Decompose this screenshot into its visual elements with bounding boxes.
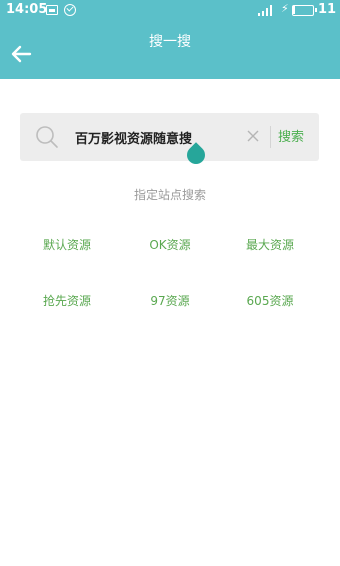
clear-icon[interactable] xyxy=(246,129,260,143)
source-605[interactable]: 605资源 xyxy=(215,292,325,309)
battery-level-text: 11 xyxy=(318,2,337,17)
gallery-notification-icon xyxy=(46,5,58,15)
source-max[interactable]: 最大资源 xyxy=(215,236,325,253)
source-early[interactable]: 抢先资源 xyxy=(12,292,122,309)
source-ok[interactable]: OK资源 xyxy=(115,236,225,253)
search-box: 搜索 xyxy=(20,113,319,168)
status-time: 14:05 xyxy=(6,2,48,17)
search-input[interactable] xyxy=(75,126,235,148)
signal-icon xyxy=(258,5,274,16)
divider xyxy=(270,126,271,148)
battery-level-fill xyxy=(293,6,295,14)
charging-icon: ⚡ xyxy=(281,2,289,15)
status-bar: 14:05 ⚡ 11 xyxy=(0,0,340,22)
app-header: 14:05 ⚡ 11 搜一搜 xyxy=(0,0,340,79)
page-title: 搜一搜 xyxy=(149,34,191,50)
battery-icon xyxy=(292,5,317,16)
source-default[interactable]: 默认资源 xyxy=(12,236,122,253)
search-icon xyxy=(36,126,58,148)
search-button[interactable]: 搜索 xyxy=(278,126,304,145)
check-notification-icon xyxy=(64,4,76,16)
site-search-hint: 指定站点搜索 xyxy=(133,188,206,202)
source-97[interactable]: 97资源 xyxy=(115,292,225,309)
